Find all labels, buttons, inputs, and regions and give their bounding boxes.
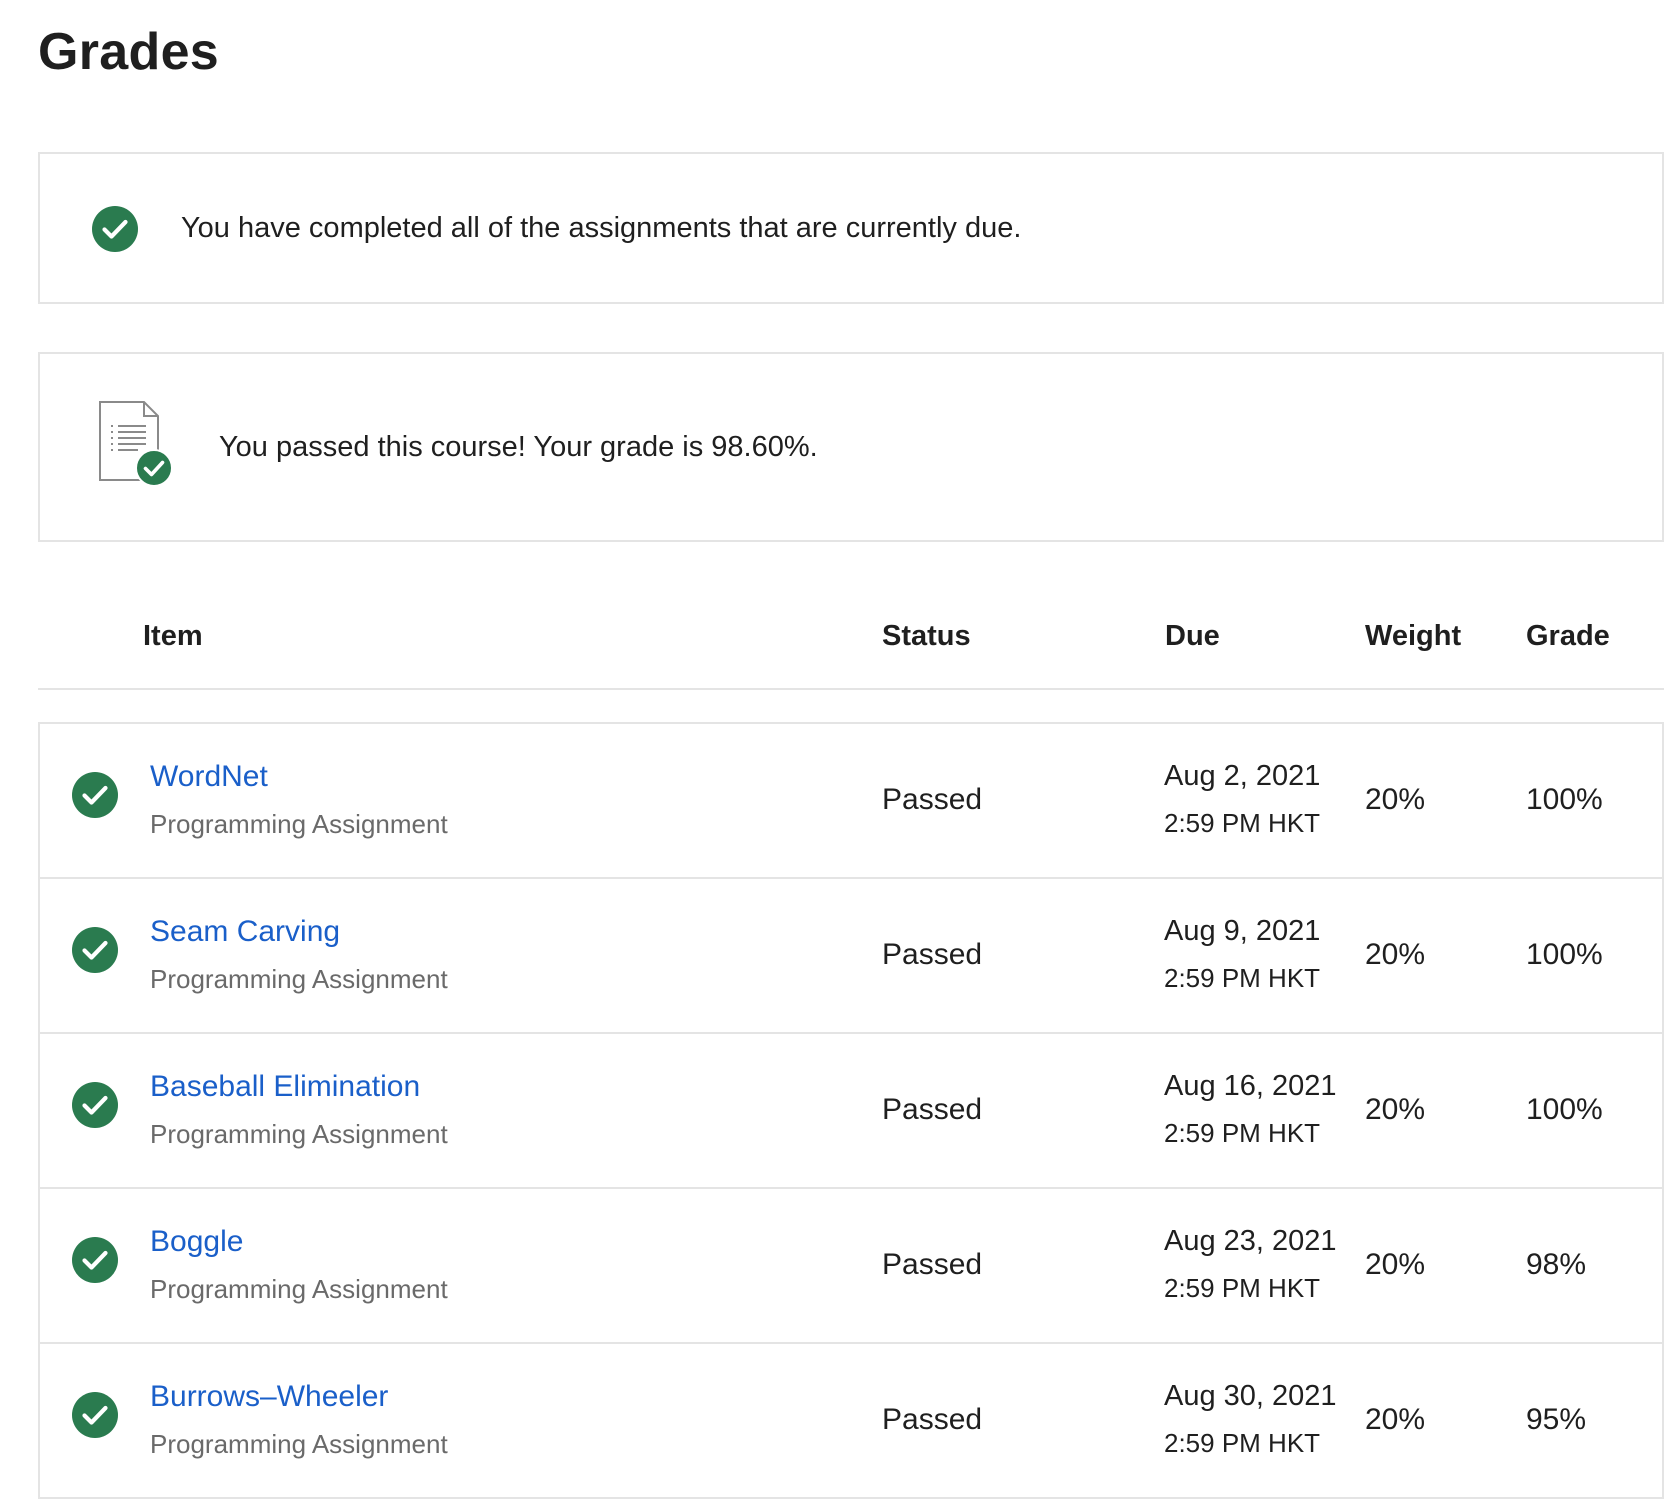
check-circle-icon <box>72 772 118 818</box>
grade-cell: 100% <box>1526 938 1603 971</box>
grade-cell: 98% <box>1526 1248 1587 1281</box>
status-cell: Passed <box>882 1248 983 1281</box>
course-passed-message: You passed this course! Your grade is 98… <box>219 431 818 463</box>
check-circle-icon <box>72 927 118 973</box>
document-check-icon <box>99 401 173 487</box>
assignment-link[interactable]: WordNet <box>150 760 268 794</box>
assignment-type: Programming Assignment <box>150 964 448 994</box>
weight-cell: 20% <box>1365 938 1426 971</box>
due-time-cell: 2:59 PM HKT <box>1164 808 1321 838</box>
column-header-grade: Grade <box>1526 620 1610 652</box>
grades-table: WordNet Programming Assignment Passed Au… <box>38 722 1664 1499</box>
grade-cell: 100% <box>1526 1093 1603 1126</box>
weight-cell: 20% <box>1365 1093 1426 1126</box>
assignment-link[interactable]: Seam Carving <box>150 915 340 949</box>
due-time-cell: 2:59 PM HKT <box>1164 1118 1321 1148</box>
grade-cell: 95% <box>1526 1403 1587 1436</box>
due-date-cell: Aug 9, 2021 <box>1164 915 1321 947</box>
weight-cell: 20% <box>1365 783 1426 816</box>
due-date-cell: Aug 30, 2021 <box>1164 1380 1337 1412</box>
status-cell: Passed <box>882 938 983 971</box>
check-circle-icon <box>92 206 138 252</box>
page-title: Grades <box>38 23 220 81</box>
assignment-link[interactable]: Baseball Elimination <box>150 1070 420 1104</box>
course-passed-notice: You passed this course! Your grade is 98… <box>38 352 1664 542</box>
weight-cell: 20% <box>1365 1403 1426 1436</box>
assignment-type: Programming Assignment <box>150 1274 448 1304</box>
grade-cell: 100% <box>1526 783 1603 816</box>
column-header-status: Status <box>882 620 971 652</box>
due-time-cell: 2:59 PM HKT <box>1164 1428 1321 1458</box>
table-row: Burrows–Wheeler Programming Assignment P… <box>40 1344 1662 1499</box>
due-date-cell: Aug 2, 2021 <box>1164 760 1321 792</box>
status-cell: Passed <box>882 783 983 816</box>
status-cell: Passed <box>882 1403 983 1436</box>
due-date-cell: Aug 16, 2021 <box>1164 1070 1337 1102</box>
grades-table-header: Item Status Due Weight Grade <box>38 600 1664 690</box>
due-date-cell: Aug 23, 2021 <box>1164 1225 1337 1257</box>
due-time-cell: 2:59 PM HKT <box>1164 963 1321 993</box>
column-header-item: Item <box>143 620 203 652</box>
weight-cell: 20% <box>1365 1248 1426 1281</box>
check-circle-icon <box>72 1392 118 1438</box>
assignments-due-notice: You have completed all of the assignment… <box>38 152 1664 304</box>
due-time-cell: 2:59 PM HKT <box>1164 1273 1321 1303</box>
assignment-link[interactable]: Boggle <box>150 1225 243 1259</box>
assignment-type: Programming Assignment <box>150 809 448 839</box>
table-row: Seam Carving Programming Assignment Pass… <box>40 879 1662 1034</box>
table-row: Baseball Elimination Programming Assignm… <box>40 1034 1662 1189</box>
table-row: WordNet Programming Assignment Passed Au… <box>40 724 1662 879</box>
check-circle-icon <box>72 1082 118 1128</box>
assignment-type: Programming Assignment <box>150 1429 448 1459</box>
assignment-link[interactable]: Burrows–Wheeler <box>150 1380 388 1414</box>
column-header-weight: Weight <box>1365 620 1462 652</box>
table-row: Boggle Programming Assignment Passed Aug… <box>40 1189 1662 1344</box>
status-cell: Passed <box>882 1093 983 1126</box>
assignments-due-message: You have completed all of the assignment… <box>181 212 1022 244</box>
assignment-type: Programming Assignment <box>150 1119 448 1149</box>
check-circle-icon <box>72 1237 118 1283</box>
column-header-due: Due <box>1165 620 1220 652</box>
